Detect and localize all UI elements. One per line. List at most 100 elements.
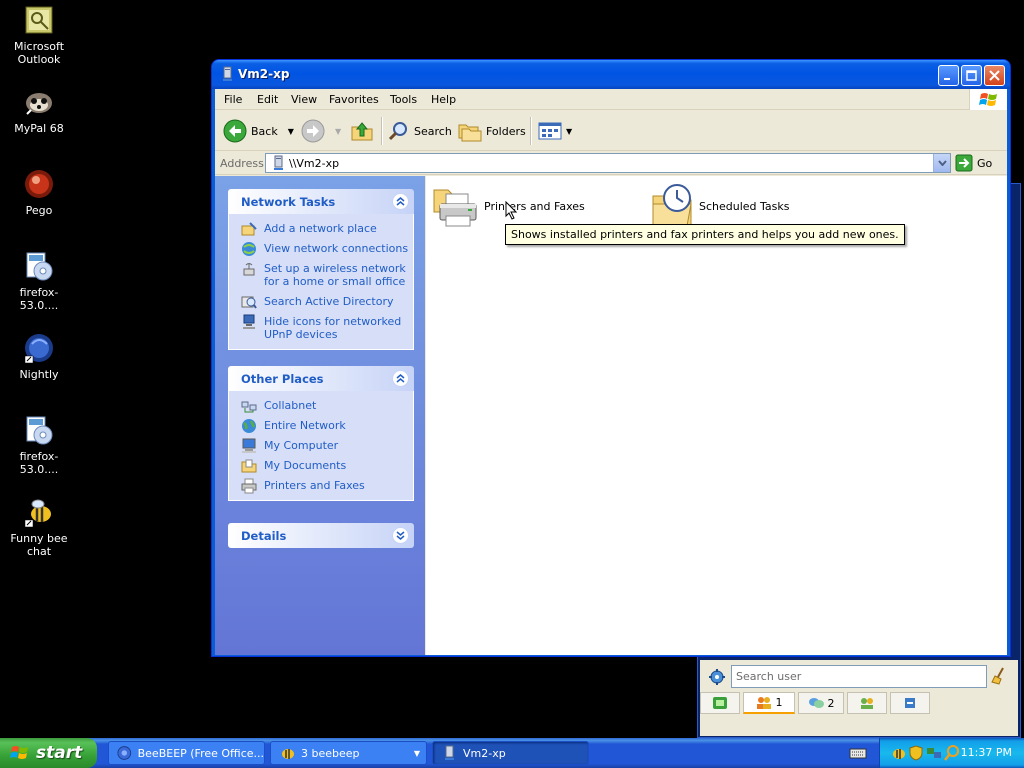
task-add-network-place[interactable]: Add a network place xyxy=(229,222,413,236)
chats-count: 2 xyxy=(827,696,835,710)
desktop-icon-pego[interactable]: Pego xyxy=(1,168,77,217)
network-connections-icon xyxy=(242,242,256,256)
beebeep-tab-groups[interactable] xyxy=(847,692,887,714)
network-computer-icon xyxy=(445,745,454,760)
my-documents-icon xyxy=(241,459,257,473)
taskbar-button-label: Vm2-xp xyxy=(463,746,506,760)
desktop-icon-label: Pego xyxy=(25,204,53,217)
window-title: Vm2-xp xyxy=(238,67,290,81)
desktop-icon-label: MyPal 68 xyxy=(14,122,64,135)
bee-tray-icon[interactable] xyxy=(890,745,906,761)
network-tray-icon[interactable] xyxy=(926,745,942,761)
window-client: File Edit View Favorites Tools Help Back… xyxy=(215,89,1007,655)
task-hide-upnp-icons[interactable]: Hide icons for networked UPnP devices xyxy=(229,314,413,341)
item-label: Scheduled Tasks xyxy=(699,199,790,213)
security-shield-icon[interactable] xyxy=(908,745,924,761)
menu-edit[interactable]: Edit xyxy=(257,93,278,106)
clear-search-icon[interactable] xyxy=(990,666,1010,686)
menu-tools[interactable]: Tools xyxy=(390,93,417,106)
expand-icon[interactable] xyxy=(392,527,409,544)
my-computer-icon xyxy=(242,438,256,453)
collapse-icon[interactable] xyxy=(392,193,409,210)
up-folder-button[interactable] xyxy=(350,117,374,145)
gear-icon[interactable] xyxy=(708,668,726,686)
pego-icon xyxy=(23,168,55,200)
place-label: My Documents xyxy=(264,459,347,472)
menu-bar: File Edit View Favorites Tools Help xyxy=(215,89,1007,110)
close-button[interactable] xyxy=(984,65,1005,86)
beebeep-tab-home[interactable] xyxy=(700,692,740,714)
folders-button[interactable]: Folders xyxy=(458,117,526,145)
task-label: Add a network place xyxy=(264,222,377,235)
clock[interactable]: 11:37 PM xyxy=(961,746,1012,759)
beebeep-app-icon xyxy=(117,746,132,760)
task-search-active-directory[interactable]: Search Active Directory xyxy=(229,295,413,309)
desktop-icon-firefox-1[interactable]: firefox-53.0.... xyxy=(1,250,77,312)
desktop-icon-nightly[interactable]: Nightly xyxy=(1,332,77,381)
system-tray: 11:37 PM xyxy=(879,738,1024,768)
address-input[interactable]: \\Vm2-xp xyxy=(265,153,951,173)
mouse-cursor xyxy=(505,200,518,223)
up-folder-icon xyxy=(351,122,373,141)
printers-folder-icon xyxy=(433,189,477,227)
maximize-button[interactable] xyxy=(961,65,982,86)
globe-icon xyxy=(242,419,256,433)
network-computer-icon xyxy=(219,66,235,82)
network-tasks-header[interactable]: Network Tasks xyxy=(228,189,414,214)
place-collabnet[interactable]: Collabnet xyxy=(229,399,413,413)
item-scheduled-tasks[interactable]: Scheduled Tasks xyxy=(651,182,790,230)
search-tray-icon[interactable] xyxy=(944,745,960,761)
go-label: Go xyxy=(977,156,993,170)
menu-view[interactable]: View xyxy=(291,93,317,106)
network-tasks-panel: Network Tasks Add a network place View n… xyxy=(228,189,414,350)
go-button[interactable]: Go xyxy=(955,154,992,172)
views-dropdown-icon[interactable]: ▼ xyxy=(566,127,572,136)
search-button[interactable]: Search xyxy=(388,117,452,145)
place-label: My Computer xyxy=(264,439,339,452)
menu-favorites[interactable]: Favorites xyxy=(329,93,379,106)
other-places-header[interactable]: Other Places xyxy=(228,366,414,391)
minimize-button[interactable] xyxy=(938,65,959,86)
back-label: Back xyxy=(251,124,278,138)
taskbar-button-group-beebeep[interactable]: 3 beebeep ▼ xyxy=(270,741,427,765)
details-header[interactable]: Details xyxy=(228,523,414,548)
taskbar-button-vm2-xp[interactable]: Vm2-xp xyxy=(432,741,589,765)
desktop-icon-outlook[interactable]: Microsoft Outlook xyxy=(1,4,77,66)
scheduled-tasks-icon xyxy=(652,184,692,227)
desktop-icon-funny-bee[interactable]: Funny bee chat xyxy=(1,496,77,558)
beebeep-tab-shares[interactable] xyxy=(890,692,930,714)
close-icon xyxy=(989,70,1000,81)
place-my-documents[interactable]: My Documents xyxy=(229,459,413,473)
content-area: Printers and Faxes Scheduled Tasks Shows… xyxy=(426,176,1007,655)
taskbar-button-beebeep[interactable]: BeeBEEP (Free Office... xyxy=(108,741,265,765)
menu-help[interactable]: Help xyxy=(431,93,456,106)
forward-button[interactable]: ▼ xyxy=(301,117,341,145)
forward-dropdown-icon[interactable]: ▼ xyxy=(335,127,341,136)
start-button[interactable]: start xyxy=(0,738,97,768)
address-dropdown-button[interactable] xyxy=(933,154,950,172)
task-view-network-connections[interactable]: View network connections xyxy=(229,242,413,256)
back-dropdown-icon[interactable]: ▼ xyxy=(288,127,294,136)
place-printers-and-faxes[interactable]: Printers and Faxes xyxy=(229,478,413,494)
other-places-title: Other Places xyxy=(241,372,324,386)
title-bar[interactable]: Vm2-xp xyxy=(212,60,1010,89)
task-setup-wireless[interactable]: Set up a wireless network for a home or … xyxy=(229,262,413,288)
place-my-computer[interactable]: My Computer xyxy=(229,438,413,453)
place-entire-network[interactable]: Entire Network xyxy=(229,419,413,433)
search-user-input[interactable]: Search user xyxy=(731,665,987,688)
windows-logo-icon xyxy=(10,746,28,759)
desktop-icon-mypal[interactable]: MyPal 68 xyxy=(1,86,77,135)
installer-icon xyxy=(23,250,55,282)
views-button[interactable]: ▼ xyxy=(538,117,572,145)
back-button[interactable]: Back ▼ xyxy=(223,117,294,145)
collapse-icon[interactable] xyxy=(392,370,409,387)
network-tasks-body: Add a network place View network connect… xyxy=(228,214,414,350)
network-tasks-title: Network Tasks xyxy=(241,195,336,209)
beebeep-tab-users[interactable]: 1 xyxy=(743,692,795,714)
keyboard-icon[interactable] xyxy=(849,745,867,761)
desktop-icon-firefox-2[interactable]: firefox-53.0.... xyxy=(1,414,77,476)
beebeep-tab-chats[interactable]: 2 xyxy=(798,692,844,714)
task-label: Set up a wireless network for a home or … xyxy=(264,262,406,288)
upnp-devices-icon xyxy=(243,314,255,329)
menu-file[interactable]: File xyxy=(224,93,242,106)
